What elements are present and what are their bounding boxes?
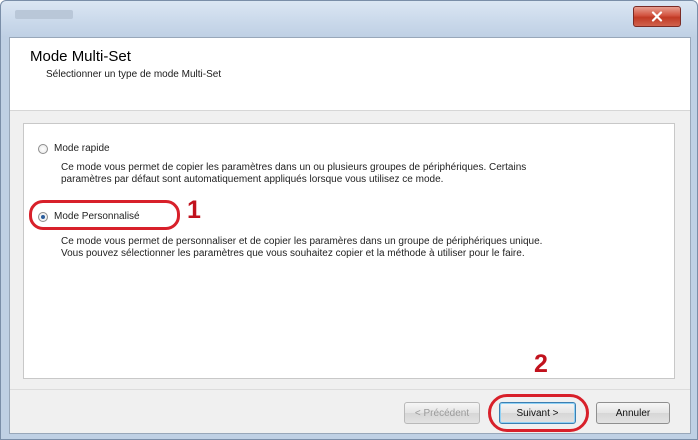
description-line: Vous pouvez sélectionner les paramètres … (61, 248, 525, 259)
close-button[interactable] (633, 6, 681, 27)
dialog-window: Mode Multi-Set Sélectionner un type de m… (0, 0, 698, 440)
close-icon (651, 11, 663, 22)
wizard-header: Mode Multi-Set Sélectionner un type de m… (10, 38, 690, 111)
dialog-client-area: Mode Multi-Set Sélectionner un type de m… (9, 37, 691, 434)
option-description-mode-personnalise: Ce mode vous permet de personnaliser et … (61, 236, 542, 260)
previous-button[interactable]: < Précédent (404, 402, 480, 424)
options-panel: Mode rapide Ce mode vous permet de copie… (23, 123, 675, 379)
description-line: Ce mode vous permet de personnaliser et … (61, 236, 543, 247)
radio-mode-rapide[interactable] (38, 143, 48, 154)
option-label-mode-rapide[interactable]: Mode rapide (54, 143, 110, 154)
step-callout-2: 2 (534, 350, 548, 378)
footer-separator (10, 389, 690, 390)
window-title-blurred (15, 10, 73, 19)
highlight-oval-option (29, 200, 180, 230)
step-callout-1: 1 (187, 196, 201, 224)
page-subtitle: Sélectionner un type de mode Multi-Set (46, 69, 222, 80)
description-line: Ce mode vous permet de copier les paramè… (61, 162, 527, 173)
description-line: paramètres par défaut sont automatiqueme… (61, 174, 444, 185)
page-title: Mode Multi-Set (30, 48, 131, 65)
option-description-mode-rapide: Ce mode vous permet de copier les paramè… (61, 162, 526, 186)
highlight-oval-next (488, 394, 589, 432)
option-mode-rapide[interactable]: Mode rapide (38, 143, 110, 154)
title-bar[interactable] (1, 1, 697, 37)
cancel-button[interactable]: Annuler (596, 402, 670, 424)
